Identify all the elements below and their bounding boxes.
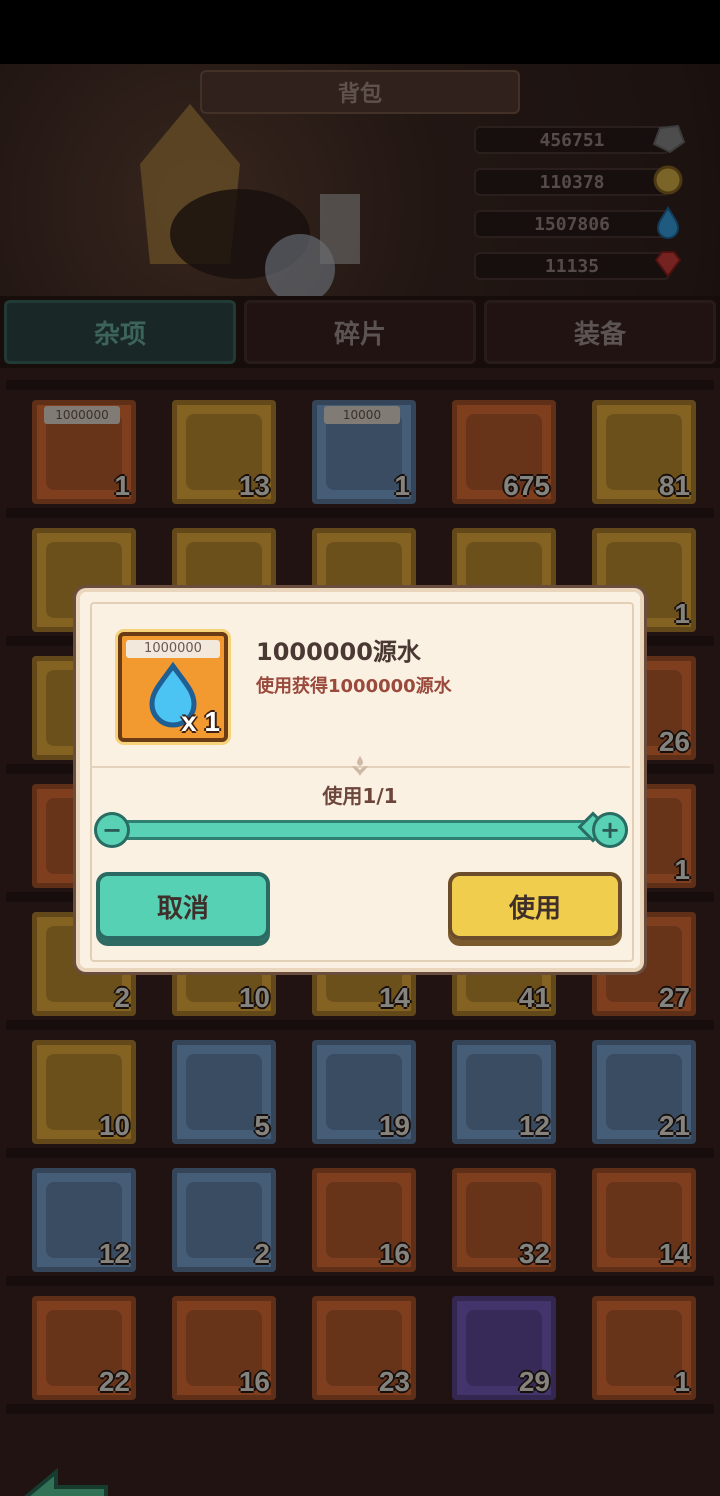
cancel-button[interactable]: 取消 — [96, 872, 270, 940]
quantity-slider[interactable]: − + — [94, 811, 628, 848]
plus-icon: + — [599, 816, 621, 844]
use-item-dialog: 1000000 x 1 1000000源水 使用获得1000000源水 使用1/… — [80, 592, 640, 968]
item-title: 1000000源水 — [256, 638, 421, 666]
app-root: 背包 456751 110378 1507806 11135 杂项 碎片 装备 … — [0, 0, 720, 1496]
item-icon-frame: 1000000 x 1 — [118, 632, 228, 742]
decrease-button[interactable]: − — [94, 812, 130, 848]
use-button[interactable]: 使用 — [448, 872, 622, 940]
slider-track[interactable] — [108, 820, 608, 840]
use-count-label: 使用1/1 — [322, 784, 398, 808]
increase-button[interactable]: + — [592, 812, 628, 848]
cancel-button-label: 取消 — [156, 893, 209, 924]
fleur-de-lis-icon — [352, 756, 368, 776]
item-description: 使用获得1000000源水 — [256, 676, 452, 697]
item-quantity: x 1 — [181, 706, 220, 737]
status-bar — [0, 0, 720, 64]
use-button-label: 使用 — [508, 893, 561, 924]
minus-icon: − — [101, 816, 123, 844]
